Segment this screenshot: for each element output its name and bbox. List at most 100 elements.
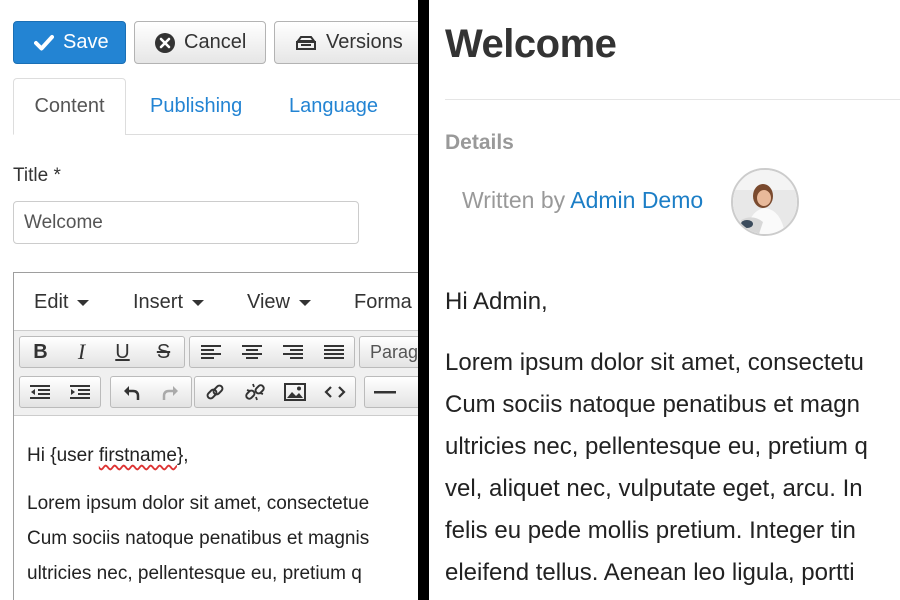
editor-body-line: ultricies nec, pellentesque eu, pretium … [27, 563, 362, 584]
redo-icon [162, 386, 178, 400]
rich-text-editor: Edit Insert View Forma B I U S Parag Hi … [13, 272, 418, 600]
menu-view-label: View [247, 291, 290, 313]
redo-button[interactable] [151, 377, 191, 407]
versions-icon [296, 35, 316, 50]
alignment-group [189, 336, 355, 368]
caret-down-icon [192, 299, 205, 306]
history-group [110, 376, 192, 408]
strikethrough-icon: S [156, 340, 171, 363]
editor-body-line: Lorem ipsum dolor sit amet, consectetue [27, 493, 370, 514]
article-preview: Welcome Details Written by Admin Demo Hi… [429, 0, 900, 600]
align-justify-button[interactable] [313, 337, 354, 367]
menu-insert[interactable]: Insert [133, 291, 205, 314]
caret-down-icon [299, 299, 311, 306]
tab-content-label: Content [34, 95, 105, 117]
tab-language[interactable]: Language [289, 78, 378, 135]
indent-icon [70, 385, 90, 399]
code-button[interactable] [315, 377, 355, 407]
outdent-button[interactable] [20, 377, 60, 407]
align-justify-icon [323, 345, 344, 359]
title-label: Title * [13, 165, 61, 186]
outdent-icon [30, 385, 50, 399]
link-button[interactable] [195, 377, 235, 407]
horizontal-rule-button[interactable] [365, 377, 405, 407]
menu-edit[interactable]: Edit [34, 291, 90, 314]
cancel-circle-icon [155, 32, 175, 53]
undo-button[interactable] [111, 377, 151, 407]
title-divider [445, 99, 900, 100]
cancel-button[interactable]: Cancel [134, 21, 266, 64]
tab-content[interactable]: Content [13, 78, 126, 135]
image-icon [284, 383, 306, 401]
unlink-button[interactable] [235, 377, 275, 407]
article-body-line: vel, aliquet nec, vulputate eget, arcu. … [445, 475, 863, 502]
italic-button[interactable]: I [61, 337, 102, 367]
article-body-line: eleifend tellus. Aenean leo ligula, port… [445, 559, 855, 586]
versions-button-label: Versions [326, 31, 403, 53]
article-body-line: felis eu pede mollis pretium. Integer ti… [445, 517, 856, 544]
tab-bar: Content Publishing Language [13, 78, 418, 135]
misspelled-word: firstname [98, 445, 177, 466]
avatar-photo [733, 170, 797, 234]
versions-button[interactable]: Versions [274, 21, 418, 64]
bold-button[interactable]: B [20, 337, 61, 367]
save-button[interactable]: Save [13, 21, 126, 64]
article-body-line: Lorem ipsum dolor sit amet, consectetu [445, 349, 864, 376]
underline-icon: U [115, 340, 130, 363]
menu-insert-label: Insert [133, 291, 184, 313]
underline-button[interactable]: U [102, 337, 143, 367]
details-heading: Details [445, 131, 514, 154]
indent-group [19, 376, 101, 408]
written-by-prefix: Written by [462, 187, 571, 213]
indent-button[interactable] [60, 377, 100, 407]
cancel-button-label: Cancel [184, 31, 247, 53]
menu-format-label: Forma [354, 291, 412, 313]
align-left-button[interactable] [190, 337, 231, 367]
unlink-icon [245, 383, 265, 401]
menu-view[interactable]: View [247, 291, 311, 314]
format-select-value: Parag [370, 341, 418, 362]
horizontal-rule-icon [374, 391, 396, 394]
editor-panel: Save Cancel Versions Content Publishing … [0, 0, 418, 600]
italic-icon: I [77, 339, 86, 364]
title-input[interactable] [13, 201, 359, 244]
tab-underline [125, 134, 418, 135]
tab-publishing-label: Publishing [150, 95, 243, 117]
strikethrough-button[interactable]: S [143, 337, 184, 367]
editor-content[interactable]: Hi {user firstname}, Lorem ipsum dolor s… [14, 416, 418, 591]
article-title: Welcome [445, 22, 617, 66]
misc-group [364, 376, 418, 408]
text-style-group: B I U S [19, 336, 185, 368]
article-body-line: ultricies nec, pellentesque eu, pretium … [445, 433, 868, 460]
align-right-icon [282, 345, 303, 359]
greeting-suffix: }, [176, 445, 189, 466]
code-icon [324, 386, 346, 398]
caret-down-icon [77, 299, 90, 306]
article-greeting: Hi Admin, [445, 288, 548, 315]
format-select[interactable]: Parag [359, 336, 418, 368]
link-icon [206, 384, 224, 400]
tab-publishing[interactable]: Publishing [150, 78, 242, 135]
undo-icon [124, 386, 140, 400]
article-body: Lorem ipsum dolor sit amet, consectetu C… [445, 342, 868, 594]
greeting-prefix: Hi {user [27, 445, 99, 466]
align-left-icon [200, 345, 221, 359]
editor-body-line: Cum sociis natoque penatibus et magnis [27, 528, 370, 549]
image-button[interactable] [275, 377, 315, 407]
align-right-button[interactable] [272, 337, 313, 367]
more-tools-button[interactable] [405, 377, 418, 407]
menu-edit-label: Edit [34, 291, 69, 313]
insert-group [194, 376, 356, 408]
check-icon [34, 34, 54, 50]
author-link[interactable]: Admin Demo [570, 187, 703, 213]
written-by: Written by Admin Demo [462, 187, 703, 214]
tab-language-label: Language [289, 95, 378, 117]
menu-format[interactable]: Forma [354, 291, 412, 314]
align-center-button[interactable] [231, 337, 272, 367]
avatar [731, 168, 799, 236]
panel-divider [418, 0, 429, 600]
article-body-line: Cum sociis natoque penatibus et magn [445, 391, 860, 418]
editor-toolbar: B I U S Parag [14, 330, 418, 416]
align-center-icon [241, 345, 262, 359]
bold-icon: B [33, 340, 48, 363]
